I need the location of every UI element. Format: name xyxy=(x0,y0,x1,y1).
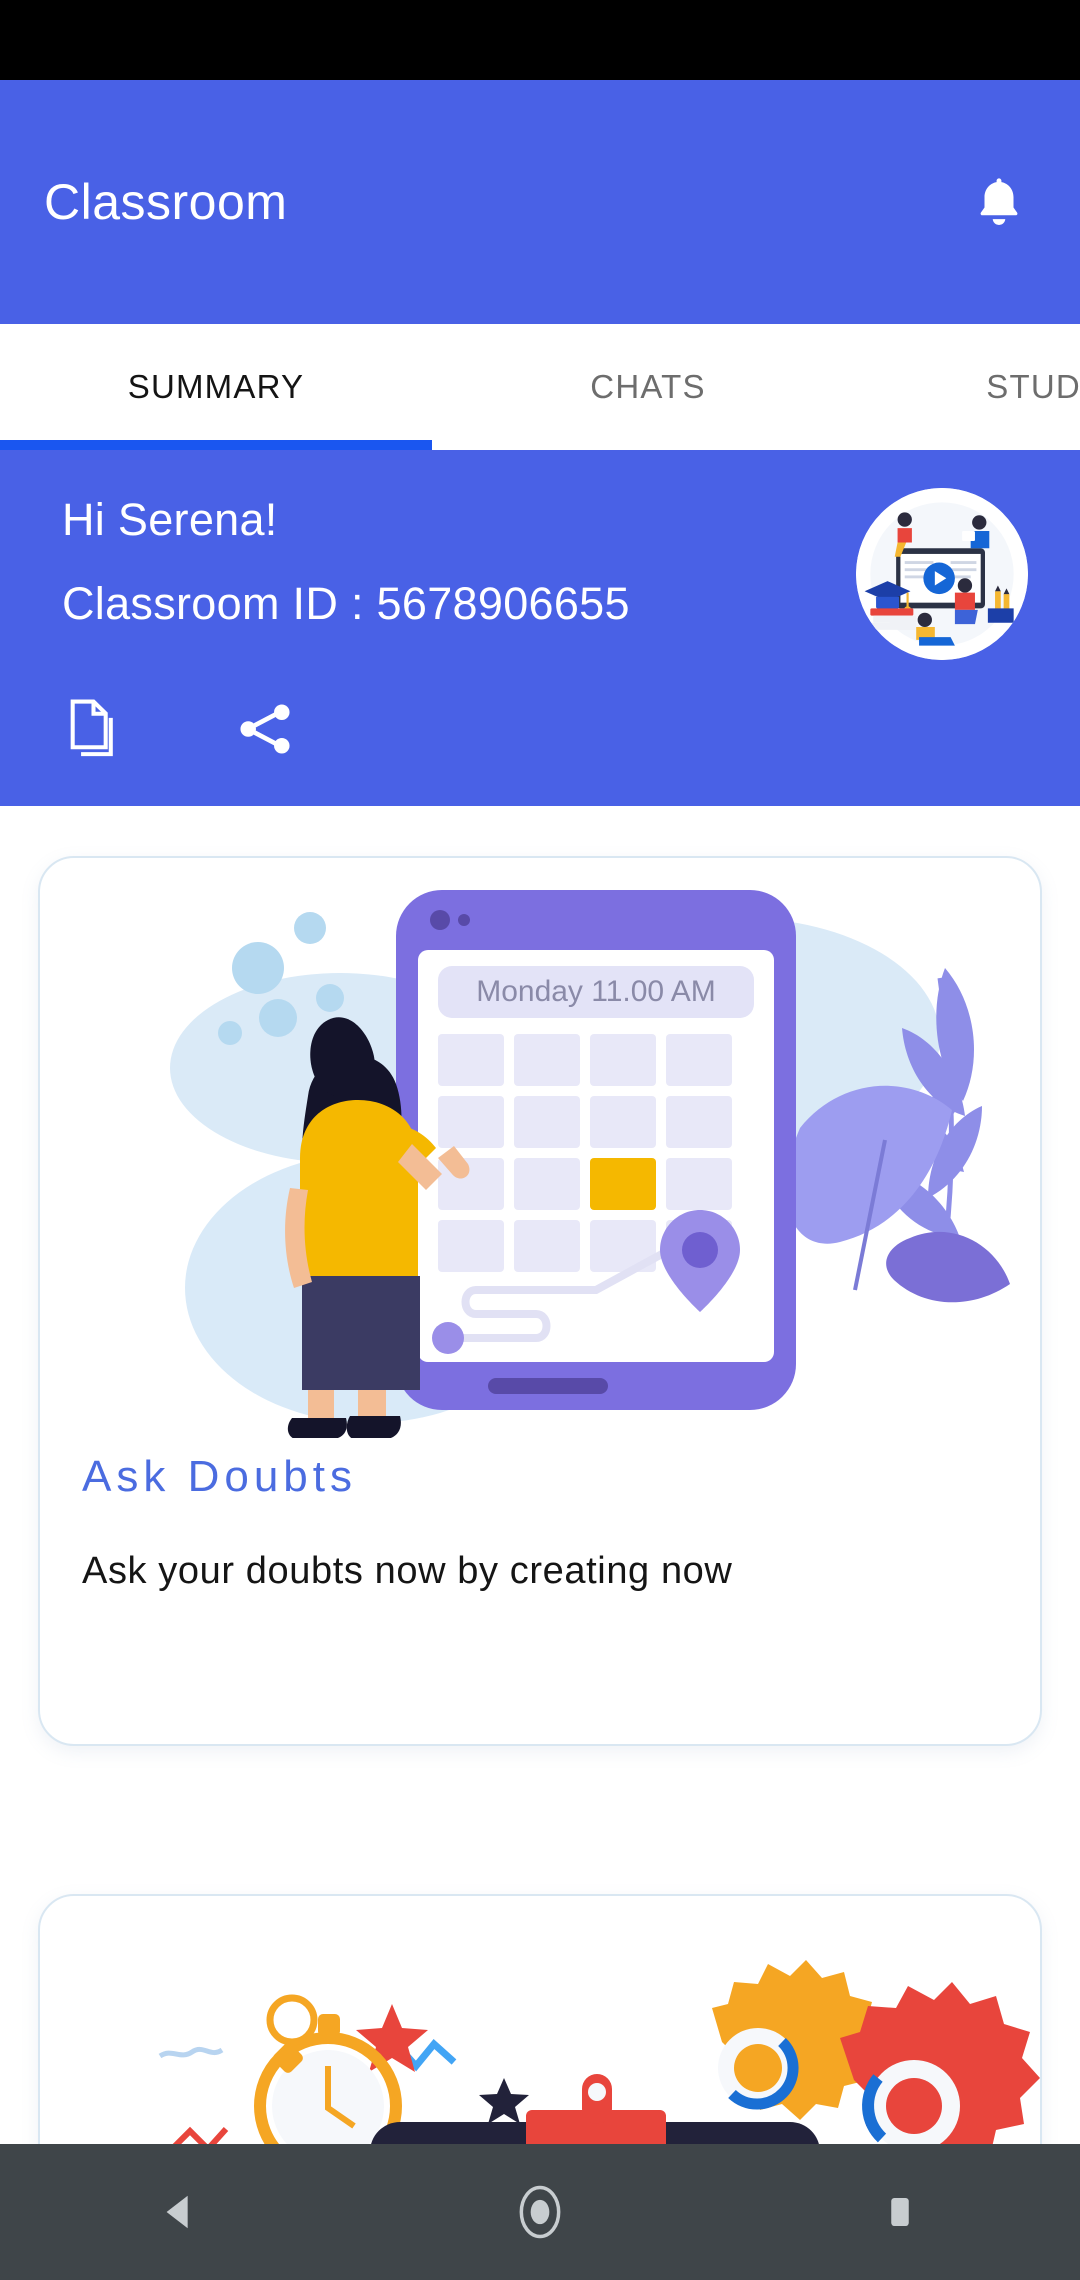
bell-icon xyxy=(980,178,1018,225)
android-nav-bar xyxy=(0,2144,1080,2280)
tab-bar: SUMMARY CHATS STUDENTS xyxy=(0,324,1080,450)
clipboard-checklist-gears-illustration-icon xyxy=(158,1960,1040,2144)
card-second[interactable] xyxy=(38,1894,1042,2144)
woman-with-phone-calendar-illustration-icon: Monday 11.00 AM xyxy=(170,890,1010,1438)
back-triangle-icon xyxy=(166,2195,188,2229)
nav-back-button[interactable] xyxy=(120,2144,240,2280)
greeting-panel: Hi Serena! Classroom ID : 5678906655 xyxy=(0,450,1080,806)
app-title: Classroom xyxy=(44,174,288,230)
nav-recents-button[interactable] xyxy=(840,2144,960,2280)
greeting-actions xyxy=(62,696,1080,762)
share-icon[interactable] xyxy=(234,696,296,762)
e-learning-illustration-icon xyxy=(856,488,1028,660)
card-title-ask-doubts: Ask Doubts xyxy=(82,1452,357,1501)
home-circle-icon xyxy=(519,2185,561,2239)
nav-home-button[interactable] xyxy=(480,2144,600,2280)
notification-button[interactable] xyxy=(970,171,1028,233)
app-bar: Classroom xyxy=(0,80,1080,324)
copy-icon[interactable] xyxy=(62,696,124,762)
content-area: Monday 11.00 AM Ask Doubts Ask your doub… xyxy=(0,806,1080,2144)
avatar xyxy=(856,488,1028,660)
status-bar xyxy=(0,0,1080,80)
app-screen: Classroom SUMMARY CHATS STUDENTS Hi Sere… xyxy=(0,0,1080,2280)
card-ask-doubts[interactable]: Monday 11.00 AM Ask Doubts Ask your doub… xyxy=(38,856,1042,1746)
tab-summary[interactable]: SUMMARY xyxy=(0,324,432,450)
tab-chats[interactable]: CHATS xyxy=(432,324,864,450)
svg-text:Monday 11.00 AM: Monday 11.00 AM xyxy=(476,975,716,1008)
tab-indicator xyxy=(0,440,432,450)
tab-students[interactable]: STUDENTS xyxy=(864,324,1080,450)
card-description-ask-doubts: Ask your doubts now by creating now xyxy=(82,1550,733,1592)
recents-square-icon xyxy=(891,2198,909,2226)
